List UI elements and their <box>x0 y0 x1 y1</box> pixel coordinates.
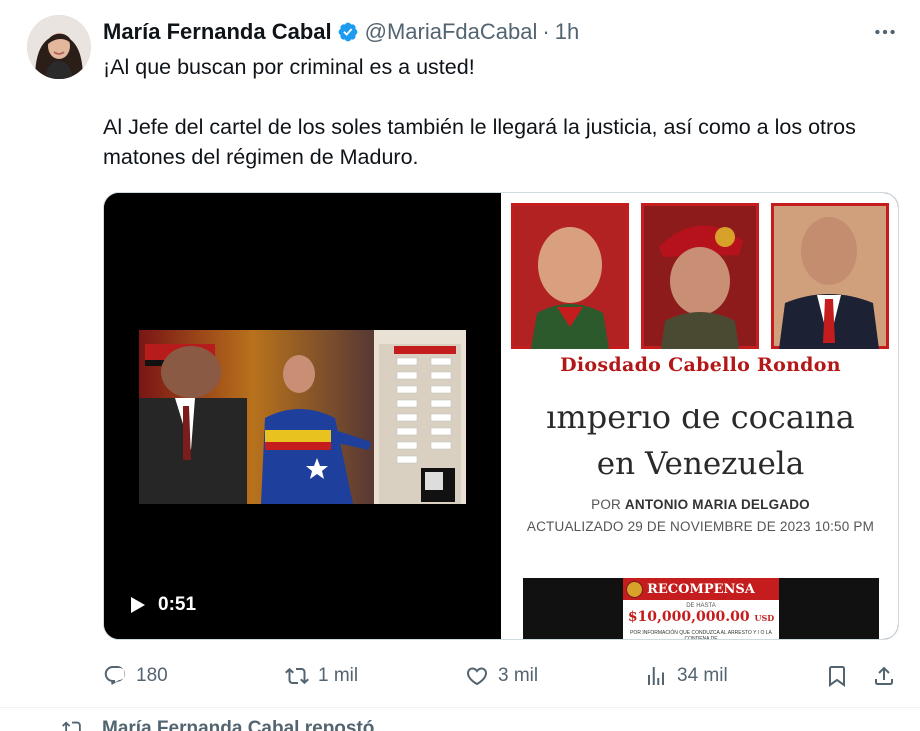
media-container[interactable]: 0:51 Diosdado Cabello Rondon imperio de … <box>103 192 899 640</box>
repost-label[interactable]: María Fernanda Cabal repostó <box>102 718 374 731</box>
video-controls[interactable]: 0:51 <box>130 594 196 616</box>
article-person-name: Diosdado Cabello Rondon <box>560 354 841 376</box>
byline-author: ANTONIO MARIA DELGADO <box>624 497 810 512</box>
tweet-text-line: ¡Al que buscan por criminal es a usted! <box>103 55 475 79</box>
more-icon <box>875 29 895 35</box>
share-icon <box>875 666 893 685</box>
next-tweet-repost-header[interactable]: María Fernanda Cabal repostó <box>62 717 374 731</box>
author-name[interactable]: María Fernanda Cabal <box>103 19 332 45</box>
byline-prefix: POR <box>591 497 621 512</box>
play-icon[interactable] <box>130 596 146 614</box>
reward-amount: $10,000,000.00 <box>627 609 750 625</box>
reward-poster: RECOMPENSA DE HASTA $10,000,000.00 USD P… <box>623 578 779 640</box>
repost-count: 1 mil <box>318 665 359 686</box>
tweet-text: ¡Al que buscan por criminal es a usted! … <box>103 52 893 172</box>
views-button[interactable]: 34 mil <box>644 656 728 696</box>
action-bar: 180 1 mil 3 mil 34 mil <box>103 656 903 696</box>
timestamp[interactable]: 1h <box>555 19 579 45</box>
video-player[interactable]: 0:51 <box>104 193 501 639</box>
reward-currency: USD <box>754 613 775 623</box>
reward-fine-print: POR INFORMACIÓN QUE CONDUZCA AL ARRESTO … <box>630 630 772 640</box>
reply-icon <box>104 666 126 685</box>
article-byline: POR ANTONIO MARIA DELGADO <box>501 497 898 512</box>
article-image[interactable]: Diosdado Cabello Rondon imperio de cocaí… <box>501 193 898 640</box>
views-count: 34 mil <box>677 665 728 686</box>
like-count: 3 mil <box>498 665 539 686</box>
avatar[interactable] <box>27 15 91 79</box>
article-updated: ACTUALIZADO 29 DE NOVIEMBRE DE 2023 10:5… <box>526 519 875 534</box>
seal-icon <box>626 581 643 598</box>
tweet-card[interactable]: María Fernanda Cabal @MariaFdaCabal · 1h… <box>0 0 920 708</box>
separator-dot: · <box>542 19 550 44</box>
bookmark-icon <box>829 666 845 687</box>
reward-amount-line: $10,000,000.00 USD <box>623 609 779 625</box>
article-headline-top: imperio de cocaína <box>546 409 855 435</box>
more-options-button[interactable] <box>868 18 902 46</box>
article-headline-bottom: en Venezuela <box>596 446 805 482</box>
reply-button[interactable]: 180 <box>103 656 168 696</box>
repost-icon <box>285 667 309 685</box>
views-icon <box>648 667 664 685</box>
reply-count: 180 <box>136 665 168 686</box>
headline-clip: imperio de cocaína <box>501 409 898 435</box>
reward-title: RECOMPENSA <box>623 578 779 600</box>
like-icon <box>466 667 488 686</box>
author-handle[interactable]: @MariaFdaCabal <box>365 19 538 45</box>
share-button[interactable] <box>872 656 905 696</box>
repost-icon <box>62 721 81 731</box>
tweet-text-paragraph: Al Jefe del cartel de los soles también … <box>103 115 856 169</box>
repost-button[interactable]: 1 mil <box>285 656 358 696</box>
like-button[interactable]: 3 mil <box>465 656 538 696</box>
video-duration: 0:51 <box>158 594 197 615</box>
bookmark-button[interactable] <box>825 656 858 696</box>
portrait-strip <box>511 203 889 349</box>
video-frame <box>139 330 466 504</box>
tweet-header: María Fernanda Cabal @MariaFdaCabal · 1h <box>103 16 579 48</box>
verified-badge-icon <box>338 22 358 42</box>
reward-panel: RECOMPENSA DE HASTA $10,000,000.00 USD P… <box>523 578 879 640</box>
